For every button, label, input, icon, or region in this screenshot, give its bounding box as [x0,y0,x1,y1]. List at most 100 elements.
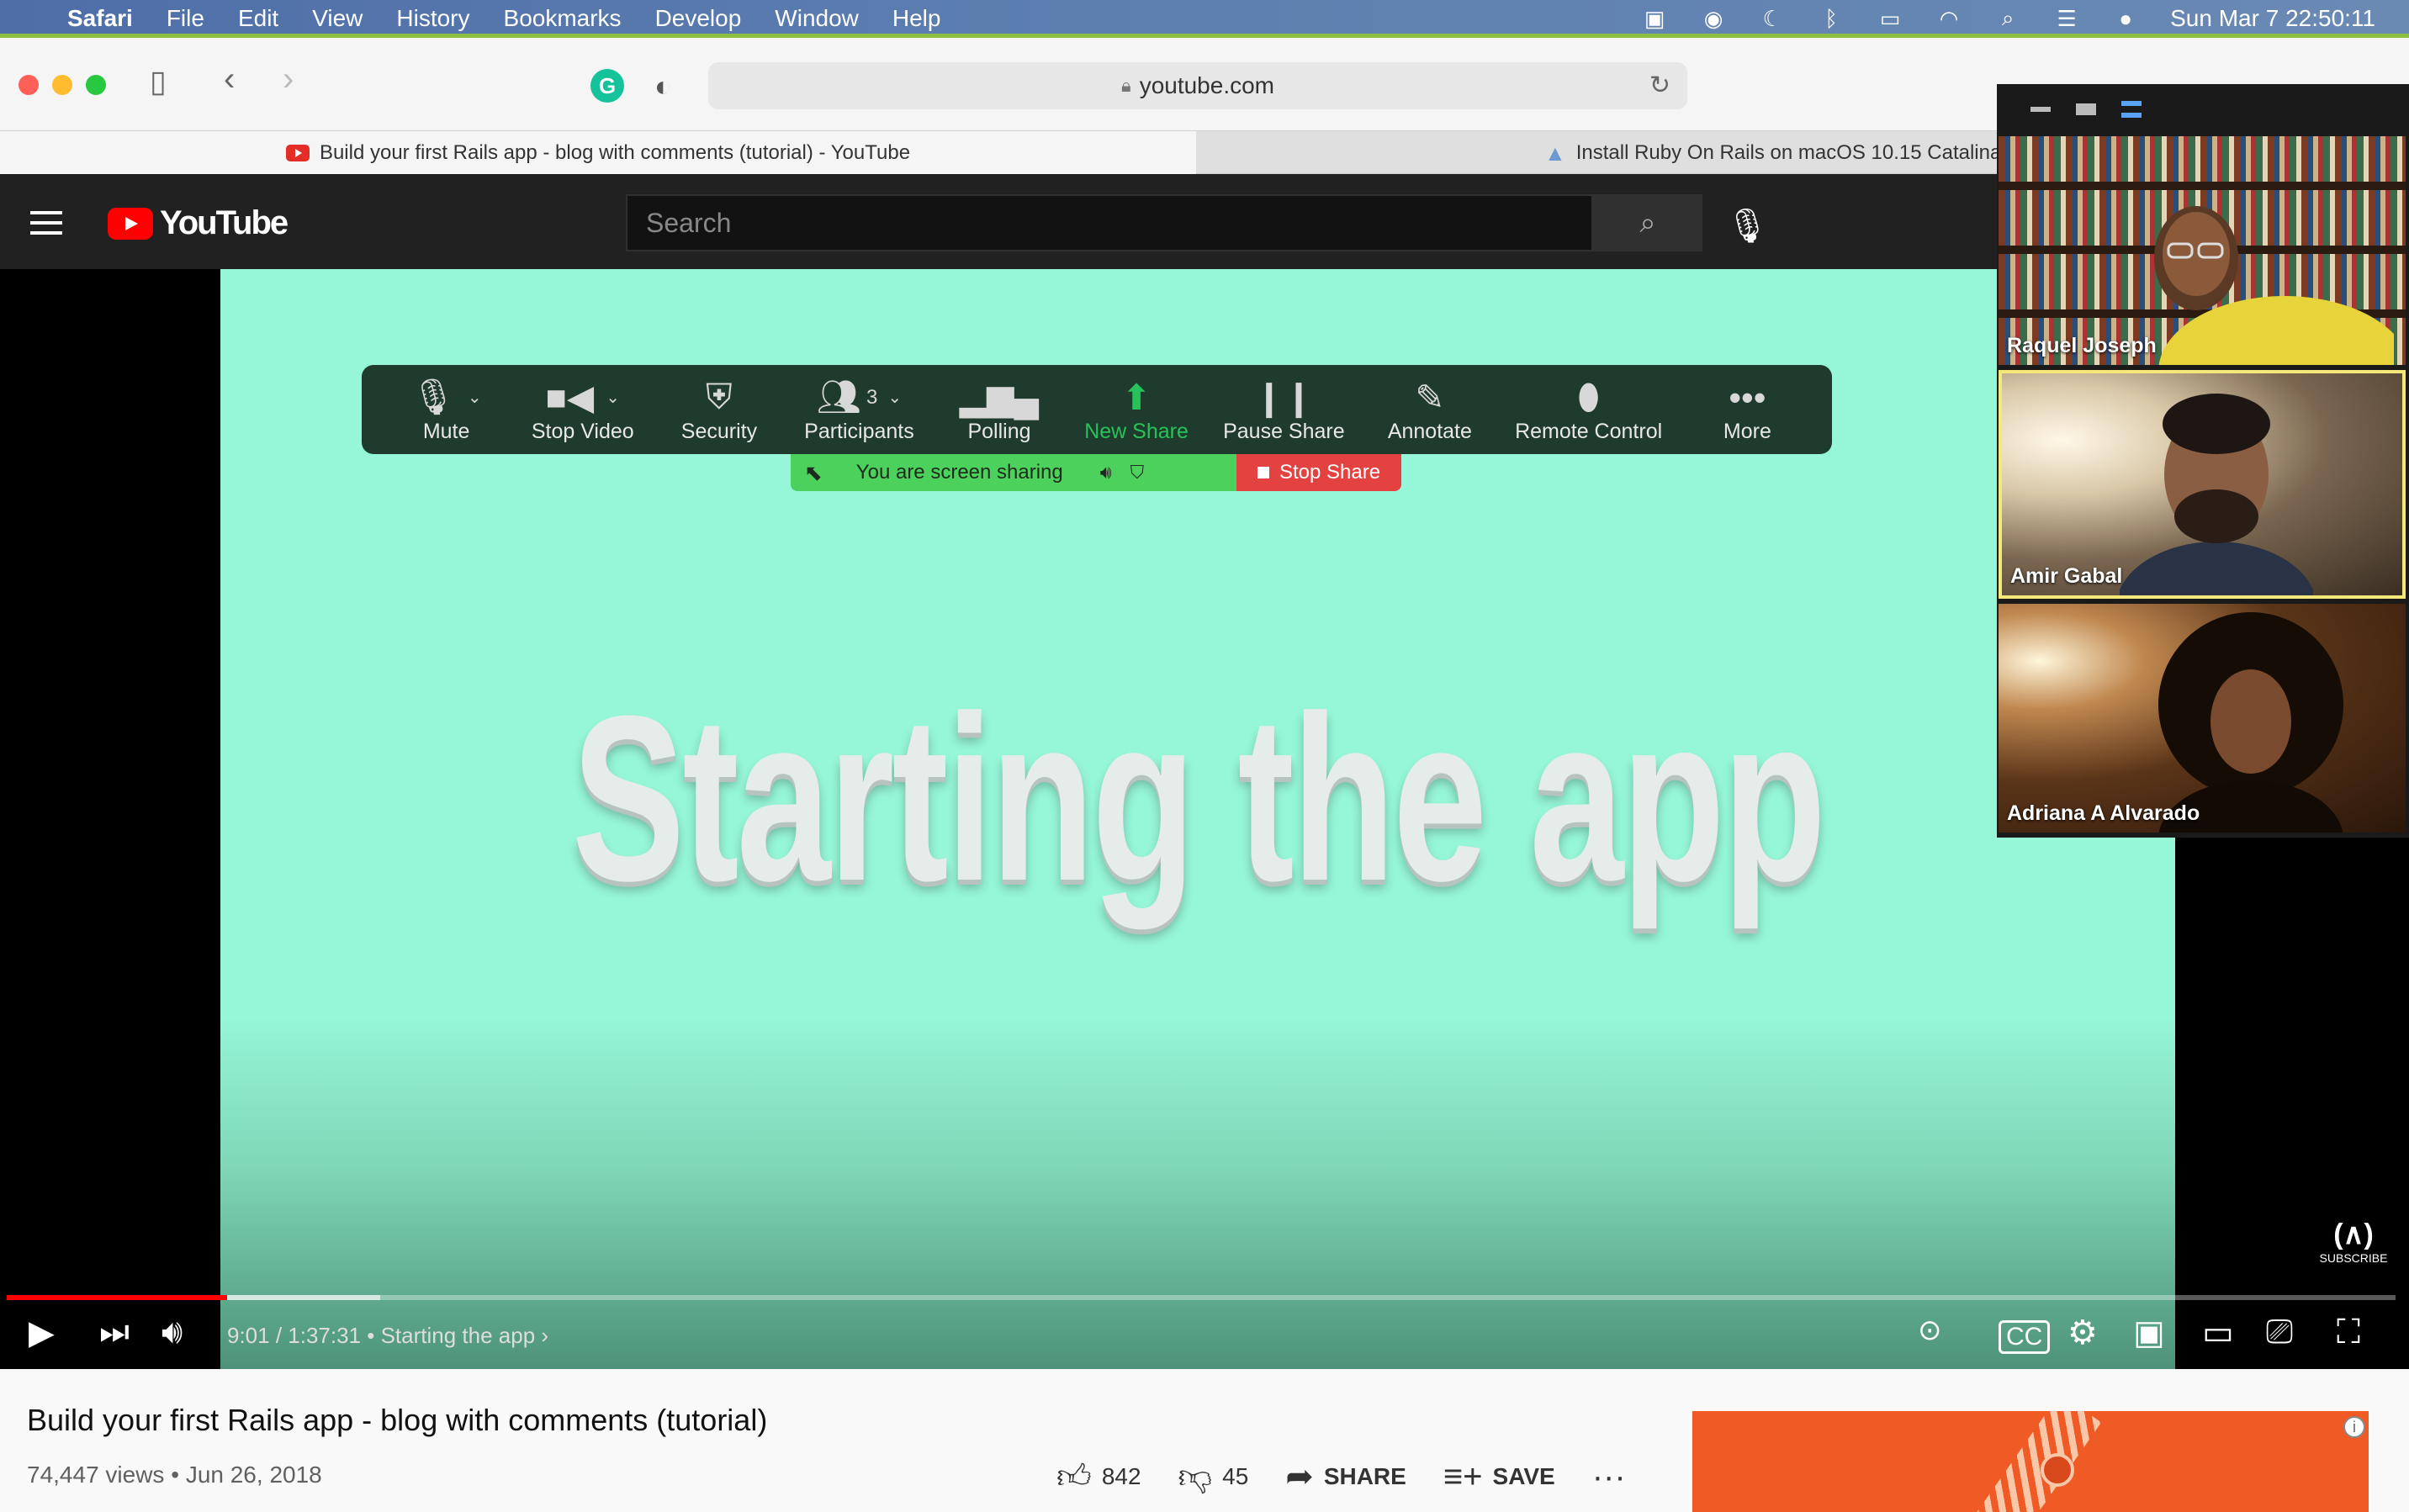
settings-gear-icon[interactable]: ⚙ [2068,1314,2098,1352]
ad-bow-graphic [2041,1453,2074,1487]
zoom-more-button[interactable]: ••• More [1697,376,1797,444]
participant-video [2154,206,2394,365]
menu-bookmarks[interactable]: Bookmarks [504,5,622,32]
siri-icon[interactable]: ● [2111,6,2140,31]
macos-menu-bar: Safari File Edit View History Bookmarks … [0,0,2409,37]
window-zoom-button[interactable] [86,75,106,95]
do-not-disturb-moon-icon[interactable]: ☾ [1758,6,1787,31]
menu-edit[interactable]: Edit [238,5,278,32]
grammarly-extension-icon[interactable]: G [590,69,624,103]
menu-help[interactable]: Help [892,5,941,32]
autoplay-toggle-icon[interactable]: ⊙ [1918,1314,1942,1347]
back-chevron-icon[interactable]: ‹ [224,61,235,98]
address-bar[interactable]: 🔒︎ youtube.com ↻ [708,62,1687,109]
tab-youtube[interactable]: Build your first Rails app - blog with c… [0,131,1196,175]
menu-app-name[interactable]: Safari [67,5,133,32]
like-count: 842 [1101,1463,1141,1489]
participant-tile[interactable]: Adriana A Alvarado [1999,604,2406,833]
zoom-participants-button[interactable]: 👥︎ 3 ⌄ Participants [804,376,914,444]
fullscreen-icon[interactable]: ⛶ [2337,1314,2360,1351]
zoom-remote-control-button[interactable]: ⬮ Remote Control [1515,376,1662,444]
closed-captions-icon[interactable]: CC [1999,1320,2051,1354]
channel-subscribe-watermark[interactable]: (∧) SUBSCRIBE [2318,1214,2389,1280]
theater-mode-icon[interactable]: ▭ [2202,1314,2234,1352]
chapter-title[interactable]: • Starting the app [367,1323,535,1348]
video-overlay-title: Starting the app [571,668,1826,930]
menu-file[interactable]: File [167,5,204,32]
airplay-icon[interactable]: ⎚ [2266,1314,2293,1351]
zoom-annotate-label: Annotate [1387,419,1472,443]
share-arrow-icon: ➦ [1285,1458,1314,1495]
sidebar-toggle-icon[interactable]: ▯ [150,64,167,99]
zoom-mute-button[interactable]: 🎙︎ ⌄ Mute [396,376,497,444]
time-text: 9:01 / 1:37:31 [227,1323,362,1348]
share-arrow-icon: ⬉ [804,459,823,485]
search-input[interactable]: Search [626,194,1593,251]
speaker-icon[interactable]: 🔊︎ [1100,462,1112,484]
screen-sharing-status-bar[interactable]: ⬉ You are screen sharing 🔊︎ ⛉ [791,454,1236,491]
menu-clock[interactable]: Sun Mar 7 22:50:11 [2170,5,2375,32]
participant-name: Raquel Joseph [2007,334,2157,357]
play-icon[interactable]: ▶ [29,1314,55,1352]
zoom-security-button[interactable]: ⛨ Security [669,376,770,444]
minimize-panel-icon[interactable] [2030,107,2051,112]
battery-icon[interactable]: ▭ [1876,6,1904,31]
miniplayer-icon[interactable]: ▣ [2133,1314,2165,1352]
window-minimize-button[interactable] [52,75,72,95]
share-label: SHARE [1323,1463,1406,1489]
window-close-button[interactable] [19,75,39,95]
zoom-meeting-toolbar: 🎙︎ ⌄ Mute ■◀ ⌄ Stop Video ⛨ Security 👥︎ 3 ⌄ … [362,365,1832,454]
video-meta: 74,447 views • Jun 26, 2018 [27,1462,322,1488]
time-display: 9:01 / 1:37:31 • Starting the app › [227,1323,548,1349]
hamburger-menu-icon[interactable] [30,211,62,241]
stop-square-icon [1257,467,1269,478]
more-actions-button[interactable]: ··· [1592,1458,1636,1496]
control-center-icon[interactable]: ☰ [2052,6,2081,31]
media-play-icon[interactable]: ◉ [1699,6,1728,31]
participant-tile[interactable]: Raquel Joseph [1999,136,2406,365]
participant-tile-active-speaker[interactable]: Amir Gabal [1999,370,2406,599]
zoom-polling-button[interactable]: ▂▆▄ Polling [949,376,1050,444]
single-view-icon[interactable] [2076,103,2096,115]
menu-develop[interactable]: Develop [655,5,742,32]
menu-window[interactable]: Window [775,5,859,32]
like-button[interactable]: 👍︎ 842 [1056,1456,1141,1497]
zoom-new-share-button[interactable]: ⬆ New Share [1084,376,1189,444]
tab-title: Build your first Rails app - blog with c… [319,141,911,164]
wifi-icon[interactable]: ◠ [1935,6,1963,31]
zoom-more-label: More [1723,419,1771,443]
ad-banner[interactable] [1692,1411,2369,1512]
next-video-icon[interactable]: ⏭︎ [99,1314,130,1351]
share-button[interactable]: ➦ SHARE [1285,1457,1406,1496]
save-button[interactable]: ≡+ SAVE [1443,1458,1555,1496]
upload-date: Jun 26, 2018 [185,1462,322,1488]
gallery-view-icon[interactable] [2121,101,2142,118]
ellipsis-icon: ••• [1729,377,1766,417]
chapter-chevron-icon[interactable]: › [541,1323,548,1348]
search-button[interactable]: ⌕ [1593,194,1702,251]
zoom-annotate-button[interactable]: ✎ Annotate [1379,376,1480,444]
zoom-remote-control-label: Remote Control [1515,419,1663,443]
youtube-logo[interactable]: YouTube [108,204,289,242]
zoom-stop-video-button[interactable]: ■◀ ⌄ Stop Video [532,376,634,444]
pencil-icon: ✎ [1415,378,1445,417]
dislike-button[interactable]: 👎︎ 45 [1178,1456,1249,1497]
volume-icon[interactable]: 🔊︎ [161,1314,183,1351]
bluetooth-icon[interactable]: ᛒ [1817,6,1845,31]
menu-view[interactable]: View [312,5,363,32]
forward-chevron-icon[interactable]: › [283,61,294,98]
reload-icon[interactable]: ↻ [1649,71,1670,100]
participant-video [2120,394,2313,595]
bar-chart-icon: ▂▆▄ [959,378,1040,417]
menu-history[interactable]: History [396,5,469,32]
zoom-pause-share-button[interactable]: ❙❙ Pause Share [1223,376,1345,444]
voice-search-mic-icon[interactable]: 🎙︎ [1726,206,1769,246]
sharing-status-text: You are screen sharing [855,461,1063,484]
spotlight-search-icon[interactable]: ⌕ [1993,5,2022,30]
zoom-status-icon[interactable]: ▣ [1640,6,1669,31]
ad-info-icon[interactable]: i [2343,1416,2365,1438]
stop-share-button[interactable]: Stop Share [1236,454,1401,491]
thumbs-down-icon: 👎︎ [1178,1458,1213,1495]
zoom-stop-video-label: Stop Video [531,419,634,443]
privacy-shield-icon[interactable]: ◐ [654,71,672,103]
